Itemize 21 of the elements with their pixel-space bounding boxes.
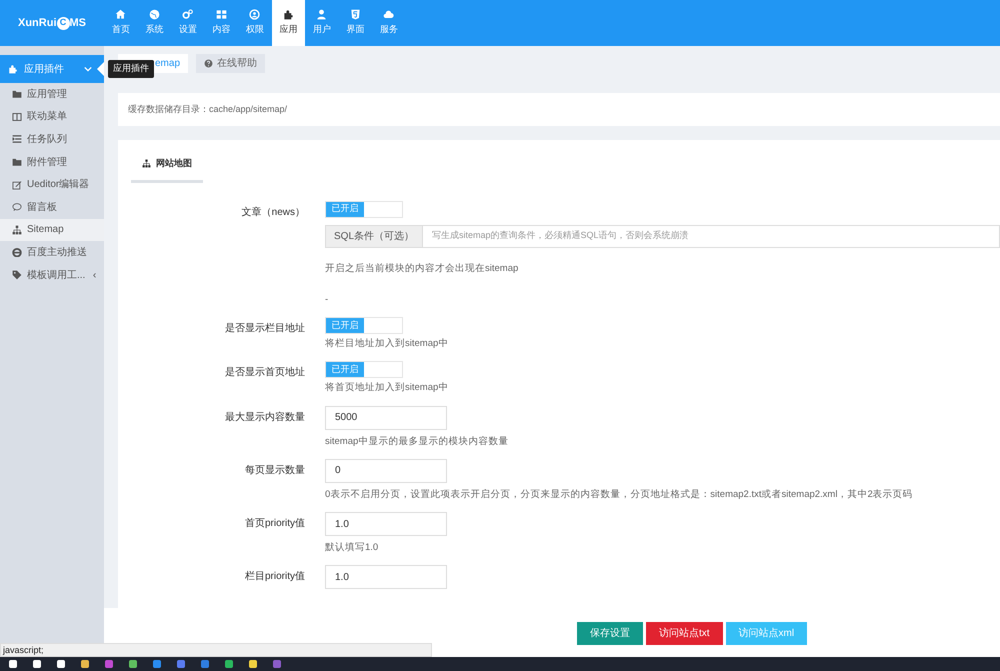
status-bar-text: javascript;: [0, 643, 432, 657]
brand-text: XunRui: [18, 16, 56, 31]
field-label: 栏目priority值: [244, 570, 305, 584]
storage-path-notice: 缓存数据储存目录：cache/app/sitemap/: [118, 93, 1000, 126]
logo-mark: C: [56, 16, 70, 30]
help-text: 将栏目地址加入到sitemap中: [325, 337, 450, 351]
field-label: 每页显示数量: [244, 464, 305, 478]
help-text: 将首页地址加入到sitemap中: [325, 381, 450, 396]
help-text: 默认填写1.0: [325, 541, 380, 555]
note-text: -: [325, 292, 330, 307]
field-label: 文章（news）: [240, 206, 305, 220]
brand-text: MS: [70, 16, 86, 31]
field-label: 首页priority值: [244, 517, 305, 531]
help-text: sitemap中显示的最多显示的模块内容数量: [325, 434, 510, 448]
field-addon-label: SQL条件（可选）: [325, 224, 424, 248]
help-text: 0表示不启用分页，设置此项表示开启分页，分页来显示的内容数量，分页地址格式是：sitemap2.txt或者sitemap2.xml，其中2表示页码: [325, 488, 914, 502]
field-label: 最大显示内容数量: [224, 410, 305, 424]
field-label: 是否显示栏目地址: [224, 322, 305, 336]
field-label: 是否显示首页地址: [224, 366, 305, 380]
help-text: 开启之后当前模块的内容才会出现在sitemap: [325, 262, 520, 276]
tooltip: 应用插件: [108, 60, 154, 78]
